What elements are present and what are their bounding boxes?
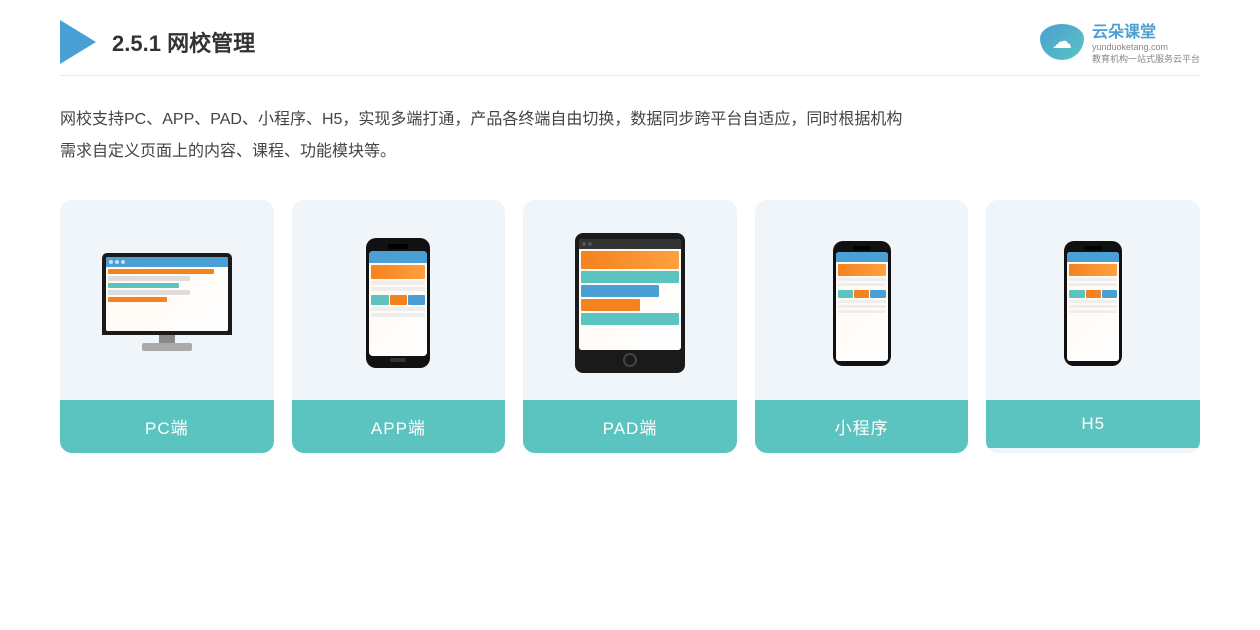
phone-sm-screen-mini (836, 252, 888, 361)
pc-bar-1 (108, 269, 214, 274)
pc-stand-neck (159, 335, 175, 343)
ph-grid-2 (390, 295, 407, 305)
phone-mockup-app (366, 238, 430, 368)
sm-grid-1-mini (838, 290, 853, 298)
sm-row-4-mini (838, 305, 886, 308)
tab-row-1 (581, 271, 679, 283)
pc-stand-base (142, 343, 192, 351)
phone-notch (388, 244, 408, 249)
sm-grid-1-h5 (1069, 290, 1084, 298)
sm-banner-h5 (1069, 264, 1117, 276)
card-h5-image (986, 200, 1200, 400)
brand-site: yunduoketang.com (1092, 42, 1200, 52)
phone-sm-screen-h5 (1067, 252, 1119, 361)
phone-mockup-h5 (1064, 241, 1122, 366)
description: 网校支持PC、APP、PAD、小程序、H5，实现多端打通，产品各终端自由切换，数… (60, 104, 1200, 168)
ph-row-4 (371, 313, 425, 317)
card-app: APP端 (292, 200, 506, 453)
pc-screen-frame (102, 253, 232, 335)
phone-sm-body-mini (836, 262, 888, 361)
ph-grid-3 (408, 295, 425, 305)
page-title: 2.5.1 网校管理 (112, 26, 255, 58)
card-h5: H5 (986, 200, 1200, 453)
ph-banner (371, 265, 425, 279)
pc-mockup (102, 253, 232, 353)
ph-grid-1 (371, 295, 388, 305)
tablet-screen (579, 239, 681, 350)
phone-mockup-miniprogram (833, 241, 891, 366)
brand-logo: 云朵课堂 yunduoketang.com 教育机构一站式服务云平台 (1040, 18, 1200, 65)
pc-bar-5 (108, 297, 167, 302)
sm-grid-h5 (1069, 290, 1117, 298)
header-left: 2.5.1 网校管理 (60, 20, 255, 64)
header: 2.5.1 网校管理 云朵课堂 yunduoketang.com 教育机构一站式… (60, 0, 1200, 76)
description-line1: 网校支持PC、APP、PAD、小程序、H5，实现多端打通，产品各终端自由切换，数… (60, 104, 1200, 136)
sm-row-3-h5 (1069, 300, 1117, 303)
phone-screen-top (369, 251, 427, 263)
phone-sm-body-h5 (1067, 262, 1119, 361)
logo-triangle-icon (60, 20, 96, 64)
pc-screen (106, 257, 228, 331)
sm-row-3-mini (838, 300, 886, 303)
sm-row-4-h5 (1069, 305, 1117, 308)
card-miniprogram-image (755, 200, 969, 400)
phone-screen-body (369, 263, 427, 356)
card-pc-label: PC端 (60, 400, 274, 453)
card-miniprogram-label: 小程序 (755, 400, 969, 453)
phone-screen-app (369, 251, 427, 356)
sm-row-2-h5 (1069, 283, 1117, 286)
pc-bar-2 (108, 276, 191, 281)
pc-screen-body (106, 267, 228, 331)
sm-row-5-h5 (1069, 310, 1117, 313)
tablet-screen-top (579, 239, 681, 249)
card-miniprogram: 小程序 (755, 200, 969, 453)
tablet-mockup (575, 233, 685, 373)
card-pc-image (60, 200, 274, 400)
card-pc: PC端 (60, 200, 274, 453)
pc-screen-top (106, 257, 228, 267)
phone-sm-notch-h5 (1084, 246, 1102, 250)
sm-grid-2-h5 (1086, 290, 1101, 298)
card-h5-label: H5 (986, 400, 1200, 448)
sm-grid-mini (838, 290, 886, 298)
phone-sm-top-h5 (1067, 252, 1119, 262)
ph-row-1 (371, 281, 425, 285)
sm-row-5-mini (838, 310, 886, 313)
tablet-screen-body (579, 249, 681, 350)
brand-text: 云朵课堂 yunduoketang.com 教育机构一站式服务云平台 (1092, 18, 1200, 65)
pc-bar-4 (108, 290, 191, 295)
sm-banner-mini (838, 264, 886, 276)
ph-row-2 (371, 287, 425, 291)
sm-grid-2-mini (854, 290, 869, 298)
cards-container: PC端 (60, 200, 1200, 453)
sm-row-1-mini (838, 278, 886, 281)
sm-row-1-h5 (1069, 278, 1117, 281)
card-pad: PAD端 (523, 200, 737, 453)
sm-grid-3-mini (870, 290, 885, 298)
sm-grid-3-h5 (1102, 290, 1117, 298)
phone-sm-top-mini (836, 252, 888, 262)
tab-row-3 (581, 299, 640, 311)
card-app-label: APP端 (292, 400, 506, 453)
phone-sm-notch-mini (853, 246, 871, 250)
ph-row-3 (371, 307, 425, 311)
brand-cloud-icon (1040, 24, 1084, 60)
pc-bar-3 (108, 283, 179, 288)
brand-name: 云朵课堂 (1092, 18, 1200, 42)
tab-banner (581, 251, 679, 269)
phone-home (390, 358, 406, 362)
tablet-home (623, 353, 637, 367)
card-app-image (292, 200, 506, 400)
description-line2: 需求自定义页面上的内容、课程、功能模块等。 (60, 136, 1200, 168)
card-pad-label: PAD端 (523, 400, 737, 453)
tab-row-4 (581, 313, 679, 325)
sm-row-2-mini (838, 283, 886, 286)
card-pad-image (523, 200, 737, 400)
tab-row-2 (581, 285, 659, 297)
page: 2.5.1 网校管理 云朵课堂 yunduoketang.com 教育机构一站式… (0, 0, 1260, 630)
brand-tagline: 教育机构一站式服务云平台 (1092, 52, 1200, 65)
ph-grid (371, 295, 425, 305)
